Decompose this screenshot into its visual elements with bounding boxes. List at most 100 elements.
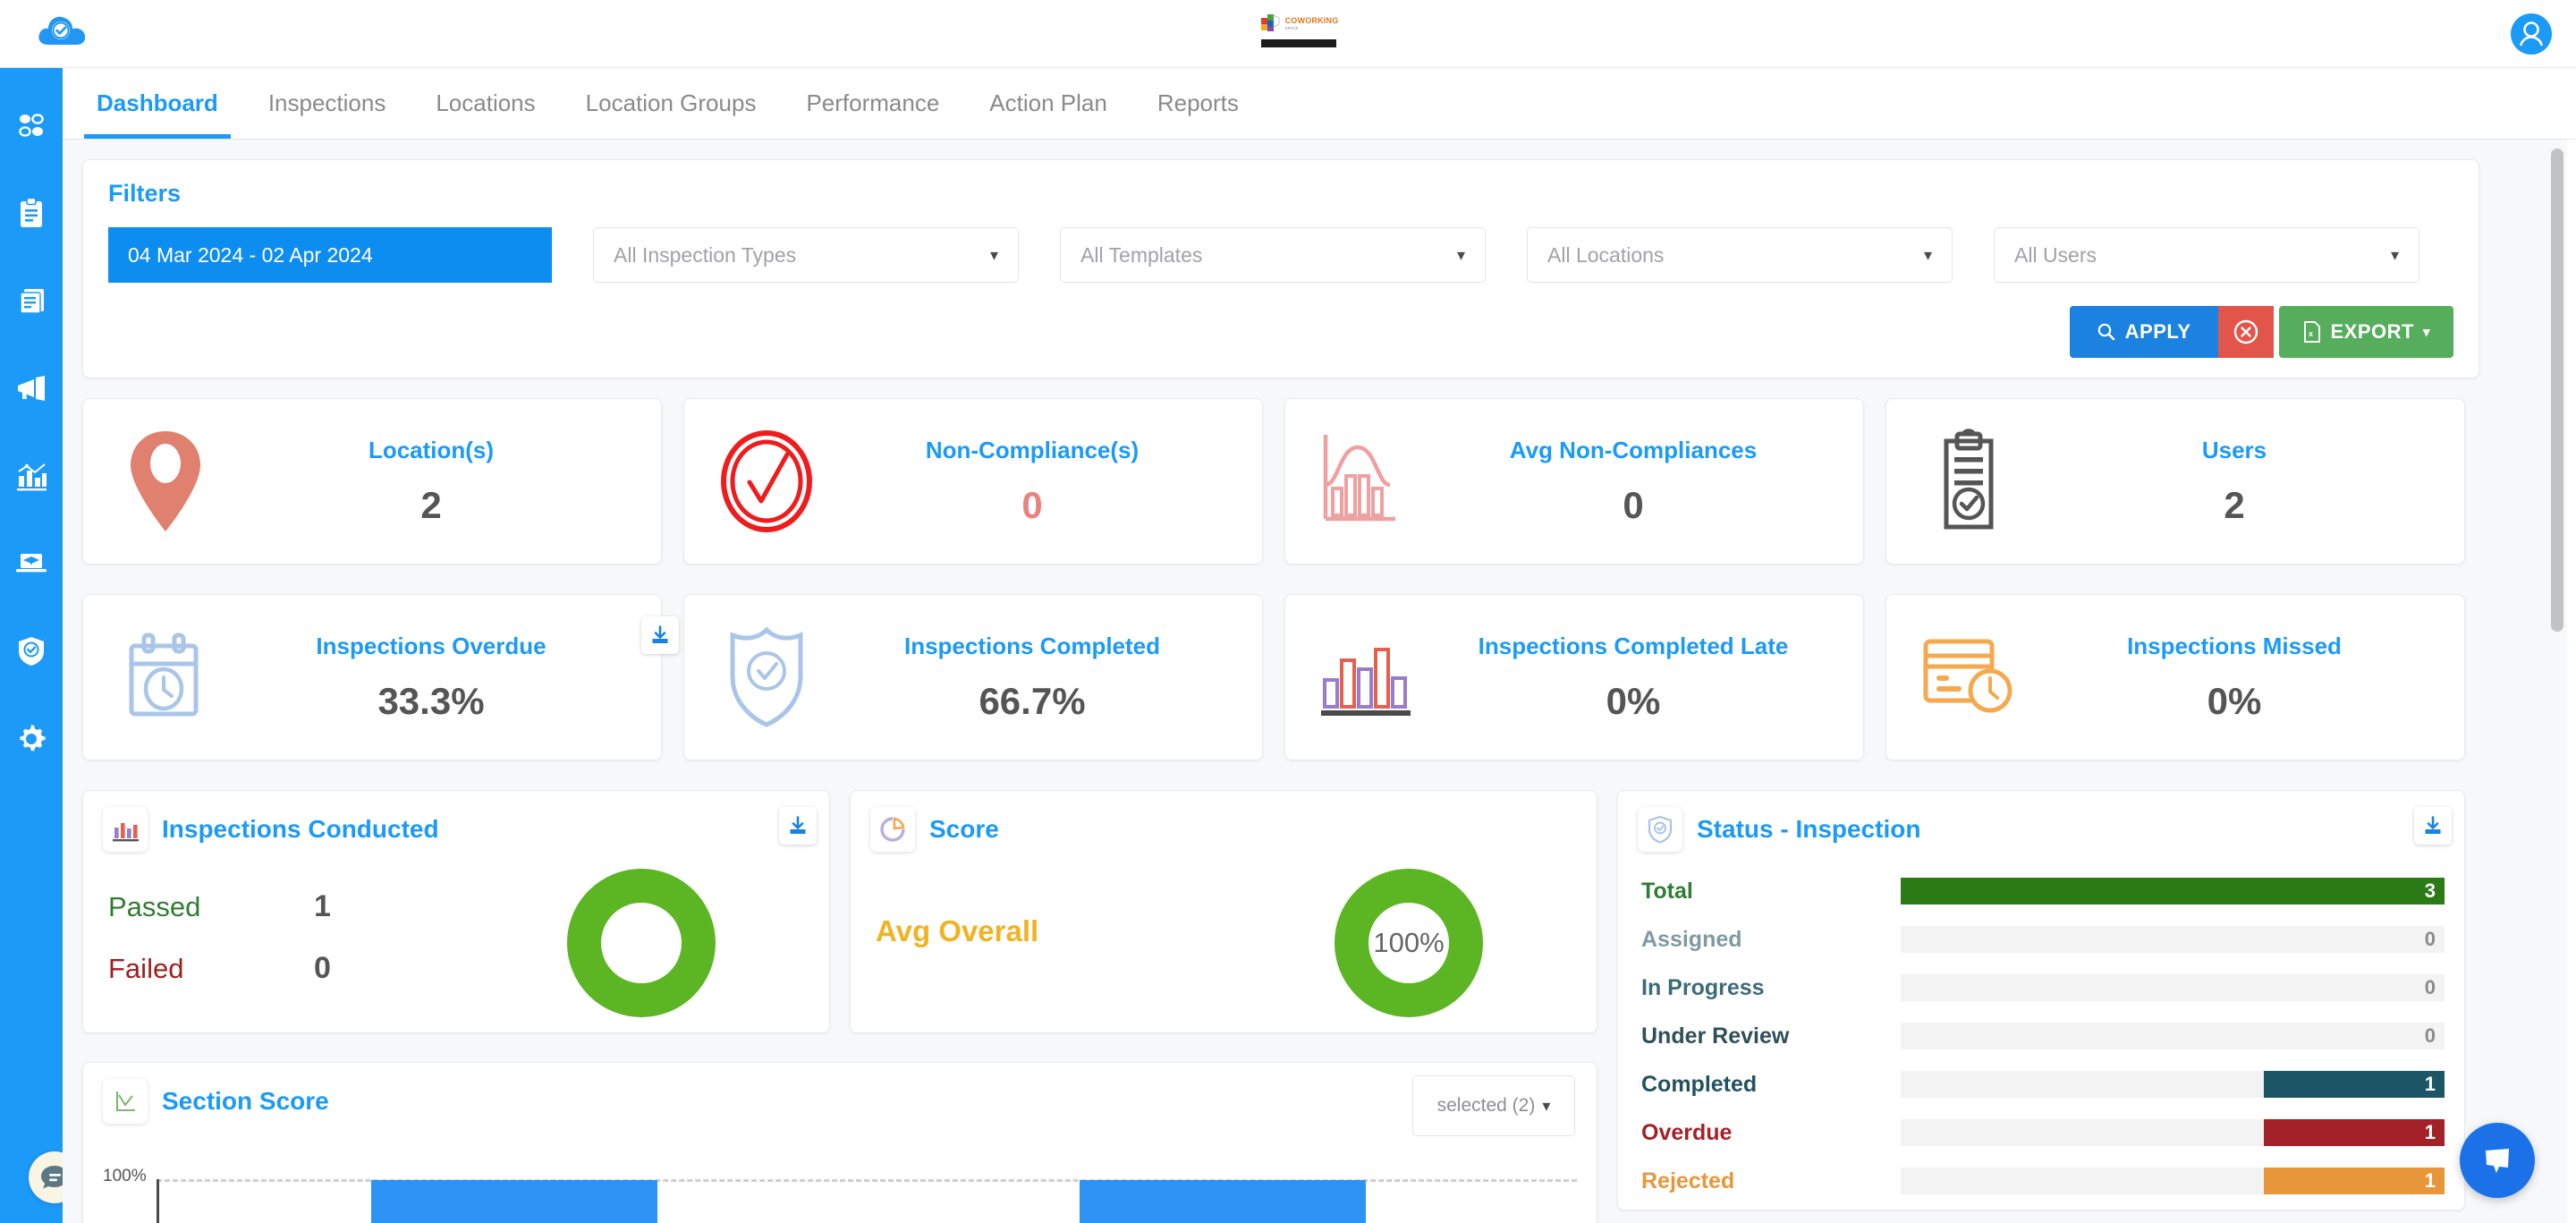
map-pin-icon — [106, 426, 225, 537]
inspection-types-select[interactable]: All Inspection Types ▾ — [593, 227, 1019, 283]
kpi-card-avg-non-compliances[interactable]: Avg Non-Compliances 0 — [1284, 398, 1864, 565]
kpi-value: 2 — [420, 483, 442, 526]
tab-location-groups[interactable]: Location Groups — [561, 68, 782, 139]
status-value: 1 — [2424, 1121, 2436, 1143]
chevron-down-icon: ▾ — [1923, 245, 1932, 264]
status-bar-fill — [2263, 1071, 2445, 1098]
download-button[interactable] — [2414, 807, 2452, 845]
bell-curve-chart-icon — [1309, 429, 1427, 533]
kpi-title: Inspections Missed — [2127, 632, 2342, 659]
locations-select[interactable]: All Locations ▾ — [1527, 227, 1953, 283]
status-bar-fill — [2263, 1119, 2445, 1146]
status-row-rejected: Rejected 1 — [1641, 1163, 2445, 1199]
card-clock-icon — [1910, 633, 2028, 722]
failed-label: Failed — [108, 952, 184, 984]
tab-performance[interactable]: Performance — [781, 68, 964, 139]
pie-chart-icon — [870, 807, 915, 852]
brand-logo[interactable] — [36, 9, 89, 55]
tab-inspections[interactable]: Inspections — [243, 68, 411, 139]
locations-value: All Locations — [1547, 242, 1665, 267]
status-row-in-progress: In Progress 0 — [1641, 970, 2445, 1006]
score-label: Avg Overall — [876, 914, 1039, 947]
status-bar-track: 1 — [1901, 1119, 2445, 1146]
kpi-card-inspections-overdue[interactable]: Inspections Overdue 33.3% — [82, 594, 679, 760]
status-bar-track: 0 — [1901, 974, 2445, 1001]
kpi-value: 66.7% — [979, 679, 1086, 722]
date-range-picker[interactable]: 04 Mar 2024 - 02 Apr 2024 — [108, 227, 552, 283]
bar-chart-late-icon — [1309, 628, 1427, 726]
conducted-row-failed: Failed 0 — [108, 951, 331, 986]
apply-button[interactable]: APPLY — [2069, 306, 2218, 358]
y-axis-line — [157, 1179, 159, 1223]
vertical-scrollbar[interactable] — [2551, 149, 2563, 632]
templates-select[interactable]: All Templates ▾ — [1060, 227, 1486, 283]
sidebar-item-dashboard[interactable] — [13, 107, 49, 143]
status-row-under-review: Under Review 0 — [1641, 1018, 2445, 1054]
users-select[interactable]: All Users ▾ — [1994, 227, 2419, 283]
kpi-card-users[interactable]: Users 2 — [1885, 398, 2465, 565]
panel-title: Status - Inspection — [1697, 815, 1921, 843]
status-bar-track: 1 — [1901, 1168, 2445, 1194]
section-select[interactable]: selected (2) ▾ — [1412, 1075, 1575, 1136]
download-button[interactable] — [779, 807, 817, 845]
kpi-card-locations[interactable]: Location(s) 2 — [82, 398, 662, 565]
excel-file-icon: x — [2303, 321, 2320, 343]
bar-section-1[interactable] — [371, 1180, 657, 1223]
status-row-completed: Completed 1 — [1641, 1066, 2445, 1102]
panel-title: Score — [929, 815, 999, 843]
kpi-card-inspections-completed[interactable]: Inspections Completed 66.7% — [683, 594, 1263, 760]
line-chart-icon — [103, 1079, 148, 1124]
users-value: All Users — [2014, 242, 2097, 267]
kpi-title: Non-Compliance(s) — [925, 436, 1140, 463]
inspections-conducted-panel: Inspections Conducted Passed 1 Failed 0 — [82, 790, 830, 1033]
top-bar: COWORKING SPACE — [0, 0, 2576, 68]
document-icon — [20, 289, 44, 314]
chat-bubble-icon — [2486, 1149, 2509, 1173]
download-button[interactable] — [641, 616, 679, 654]
kpi-title: Inspections Overdue — [316, 632, 547, 659]
panel-title: Inspections Conducted — [162, 815, 439, 843]
sidebar-item-documents[interactable] — [13, 283, 49, 318]
sidebar-item-training[interactable] — [13, 546, 49, 582]
conducted-row-passed: Passed 1 — [108, 889, 331, 924]
status-bar-fill — [2263, 1168, 2445, 1194]
kpi-title: Users — [2201, 436, 2267, 463]
clipboard-icon — [21, 197, 42, 227]
tab-dashboard[interactable]: Dashboard — [72, 68, 243, 139]
logo-subtext: SPACE — [1284, 25, 1299, 30]
sidebar-item-announcements[interactable] — [13, 370, 49, 406]
megaphone-icon — [18, 376, 45, 401]
status-bar-fill — [1901, 878, 2445, 905]
export-button[interactable]: x EXPORT ▾ — [2278, 306, 2453, 358]
sidebar-item-inspections[interactable] — [13, 195, 49, 231]
status-label: Under Review — [1641, 1023, 1790, 1049]
status-label: Assigned — [1641, 926, 1742, 952]
shield-check-icon — [1638, 807, 1682, 852]
score-panel: Score Avg Overall 100% — [850, 790, 1597, 1033]
inspection-types-value: All Inspection Types — [614, 242, 797, 267]
conducted-donut-chart — [564, 866, 718, 1020]
tab-locations[interactable]: Locations — [411, 68, 560, 139]
download-icon — [790, 816, 806, 834]
left-sidebar — [0, 68, 80, 1223]
clear-filters-button[interactable] — [2217, 306, 2274, 358]
status-row-total: Total 3 — [1641, 873, 2445, 909]
main-content: Filters 04 Mar 2024 - 02 Apr 2024 All In… — [63, 140, 2567, 1223]
templates-value: All Templates — [1080, 242, 1203, 267]
bar-chart-icon — [17, 463, 47, 491]
avatar[interactable] — [2508, 11, 2555, 57]
kpi-card-non-compliances[interactable]: Non-Compliance(s) 0 — [683, 398, 1263, 565]
kpi-card-inspections-completed-late[interactable]: Inspections Completed Late 0% — [1284, 594, 1864, 760]
sidebar-item-compliance[interactable] — [13, 633, 49, 669]
status-label: Rejected — [1641, 1168, 1735, 1193]
status-label: Total — [1641, 878, 1693, 904]
bar-section-2[interactable] — [1080, 1180, 1366, 1223]
kpi-card-inspections-missed[interactable]: Inspections Missed 0% — [1885, 594, 2465, 760]
sidebar-item-analytics[interactable] — [13, 458, 49, 494]
score-donut-chart: 100% — [1332, 866, 1486, 1020]
status-inspection-panel: Status - Inspection Total 3 Assigned 0 I… — [1617, 790, 2465, 1210]
tab-reports[interactable]: Reports — [1132, 68, 1264, 139]
tab-action-plan[interactable]: Action Plan — [964, 68, 1132, 139]
chat-fab-button[interactable] — [2460, 1123, 2535, 1198]
sidebar-item-settings[interactable] — [13, 721, 49, 757]
